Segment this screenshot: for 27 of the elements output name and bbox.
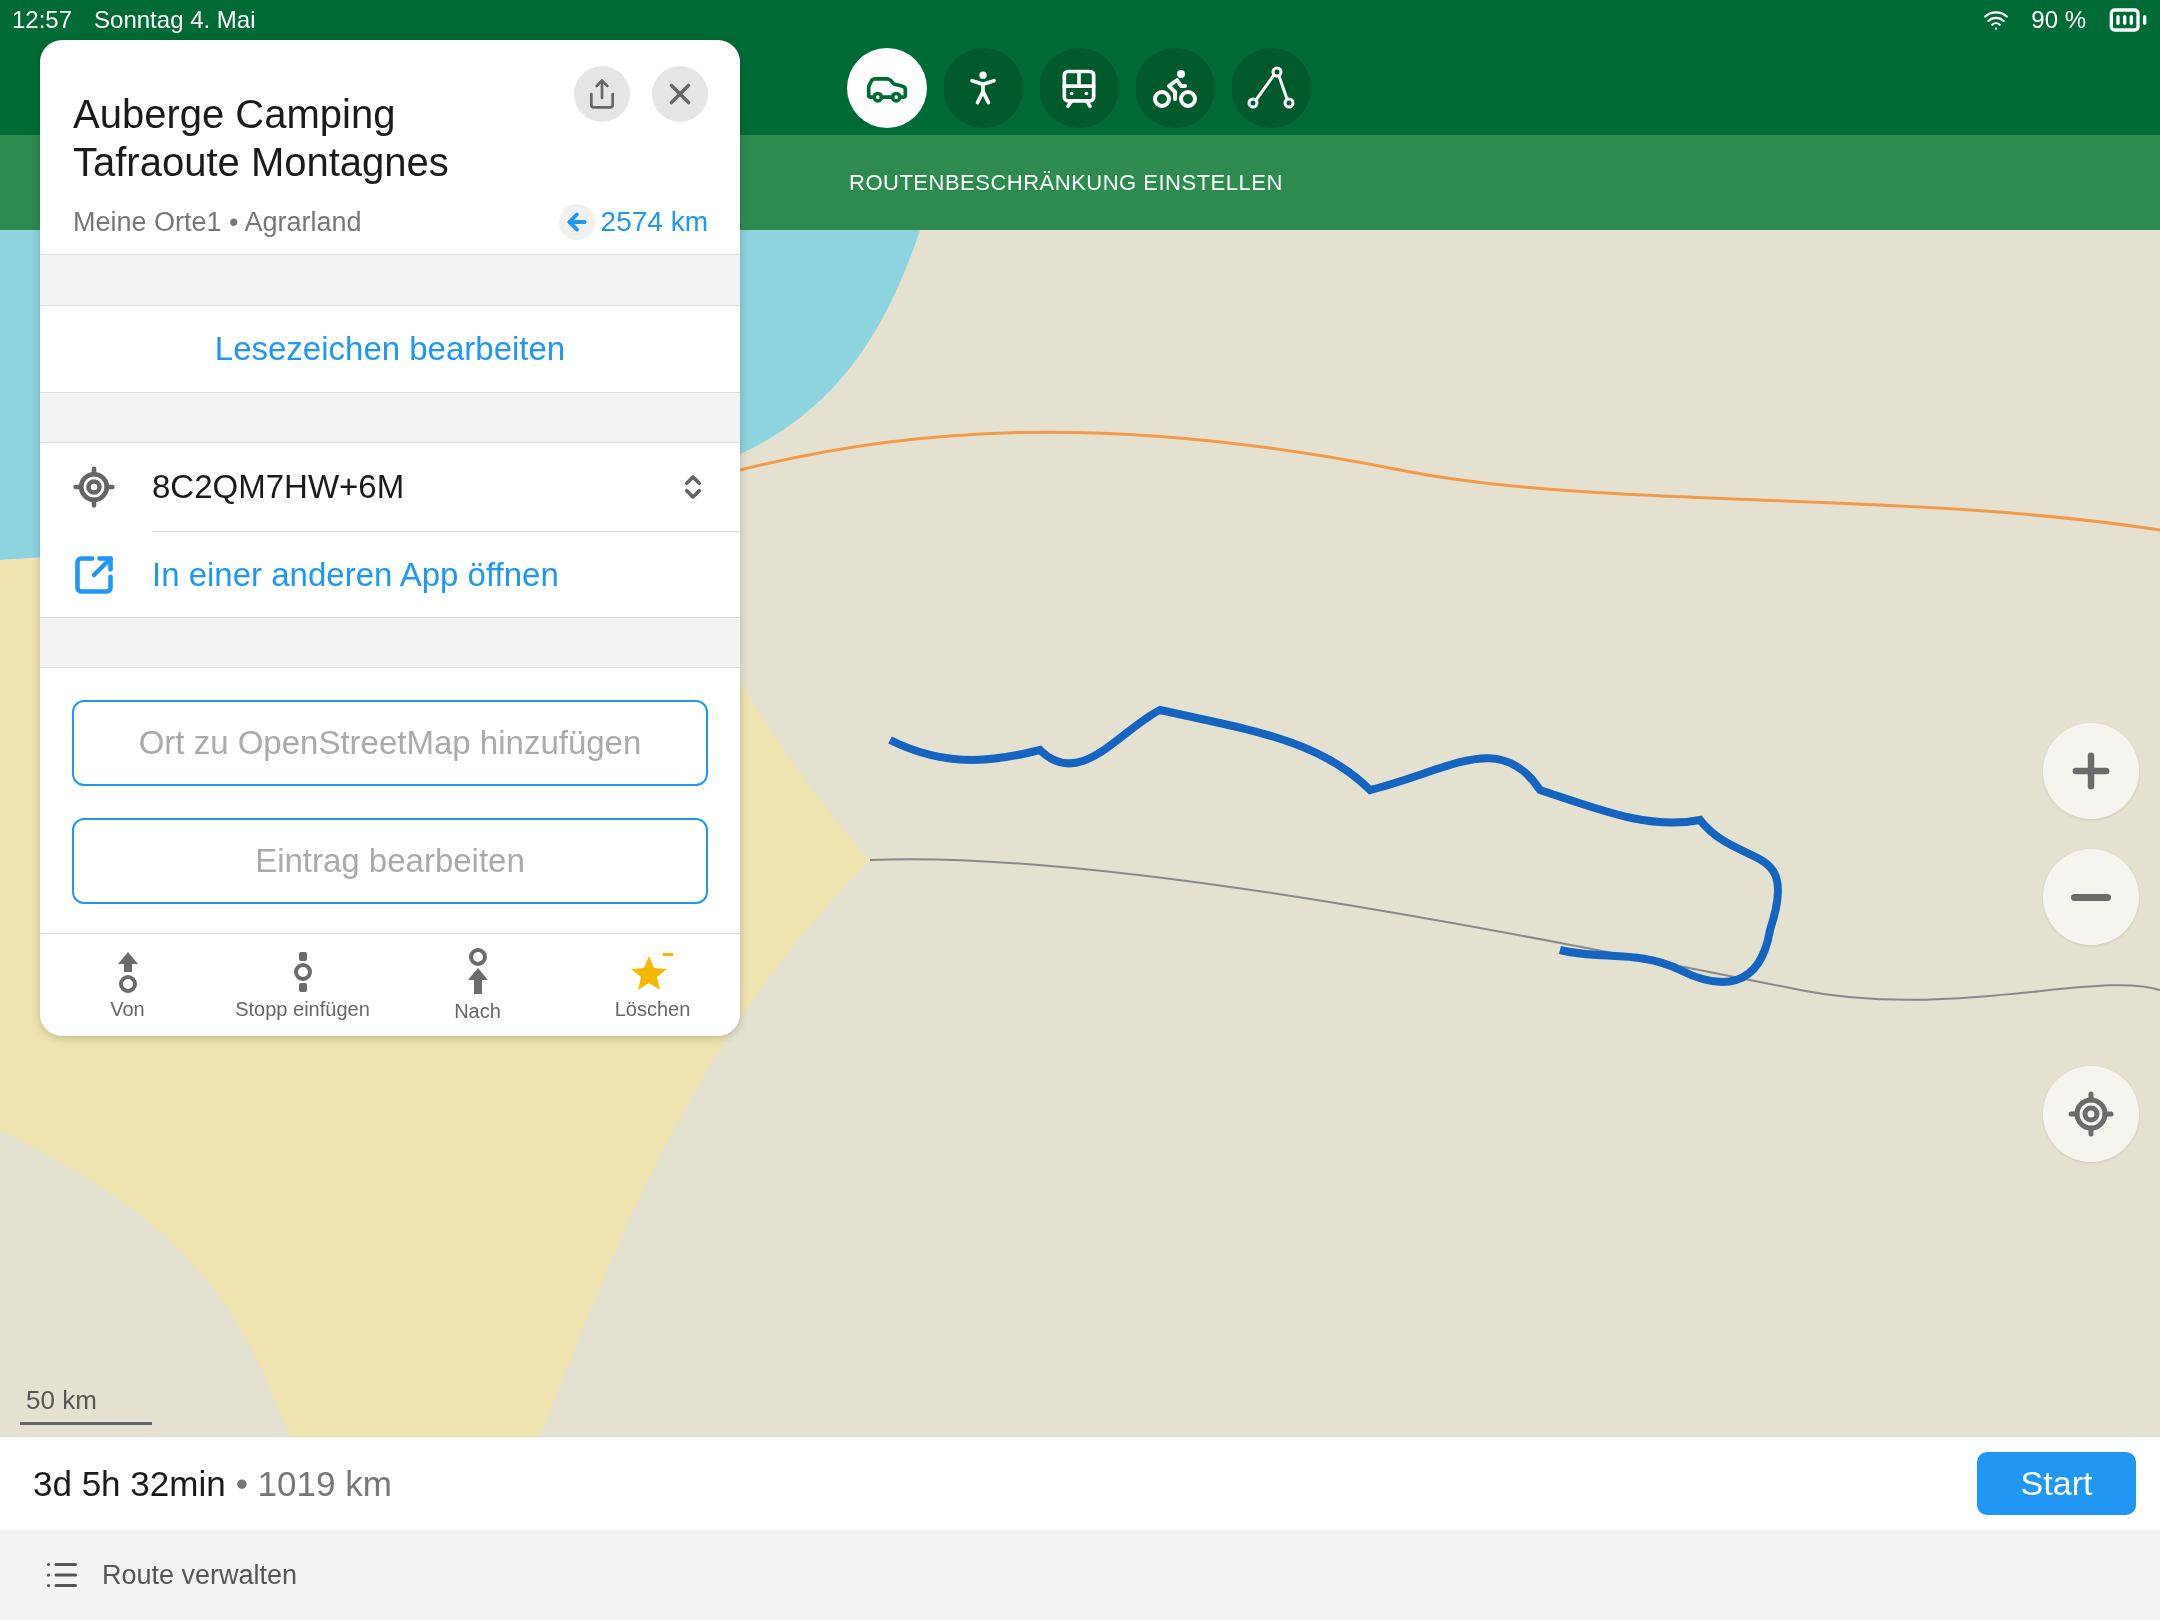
route-distance: • 1019 km [235, 1463, 392, 1504]
share-button[interactable] [574, 66, 630, 122]
toolbar-action-button[interactable]: Stopp einfügen [215, 934, 390, 1036]
start-button[interactable]: Start [1977, 1452, 2136, 1515]
status-time: 12:57 [12, 6, 73, 34]
open-in-app-link[interactable]: In einer anderen App öffnen [152, 551, 559, 598]
place-subtitle: Meine Orte1 • Agrarland [73, 206, 363, 238]
toolbar-action-button[interactable]: Löschen [565, 934, 740, 1036]
battery-percent: 90 % [2031, 6, 2086, 34]
route-restriction-button[interactable]: ROUTENBESCHRÄNKUNG EINSTELLEN [849, 165, 1283, 200]
location-target-icon [72, 465, 116, 509]
plus-code: 8C2QM7HW+6M [152, 468, 406, 506]
status-date: Sonntag 4. Mai [94, 6, 256, 34]
route-duration: 3d 5h 32min [33, 1463, 226, 1504]
scale-label: 50 km [25, 1385, 98, 1416]
close-button[interactable] [652, 66, 708, 122]
manage-route-button[interactable]: Route verwalten [102, 1555, 298, 1595]
edit-bookmark-link[interactable]: Lesezeichen bearbeiten [214, 326, 566, 372]
locate-icon [2067, 1090, 2115, 1138]
place-distance: 2574 km [600, 206, 708, 238]
outline-button[interactable]: Eintrag bearbeiten [72, 818, 708, 904]
place-title: Auberge Camping Tafraoute Montagnes [73, 91, 450, 186]
minus-icon [2071, 893, 2111, 901]
toolbar-action-button[interactable]: Von [40, 934, 215, 1036]
outline-button[interactable]: Ort zu OpenStreetMap hinzufügen [72, 700, 708, 786]
route-line-icon [1247, 65, 1295, 110]
toolbar-action-button[interactable]: Nach [390, 934, 565, 1036]
